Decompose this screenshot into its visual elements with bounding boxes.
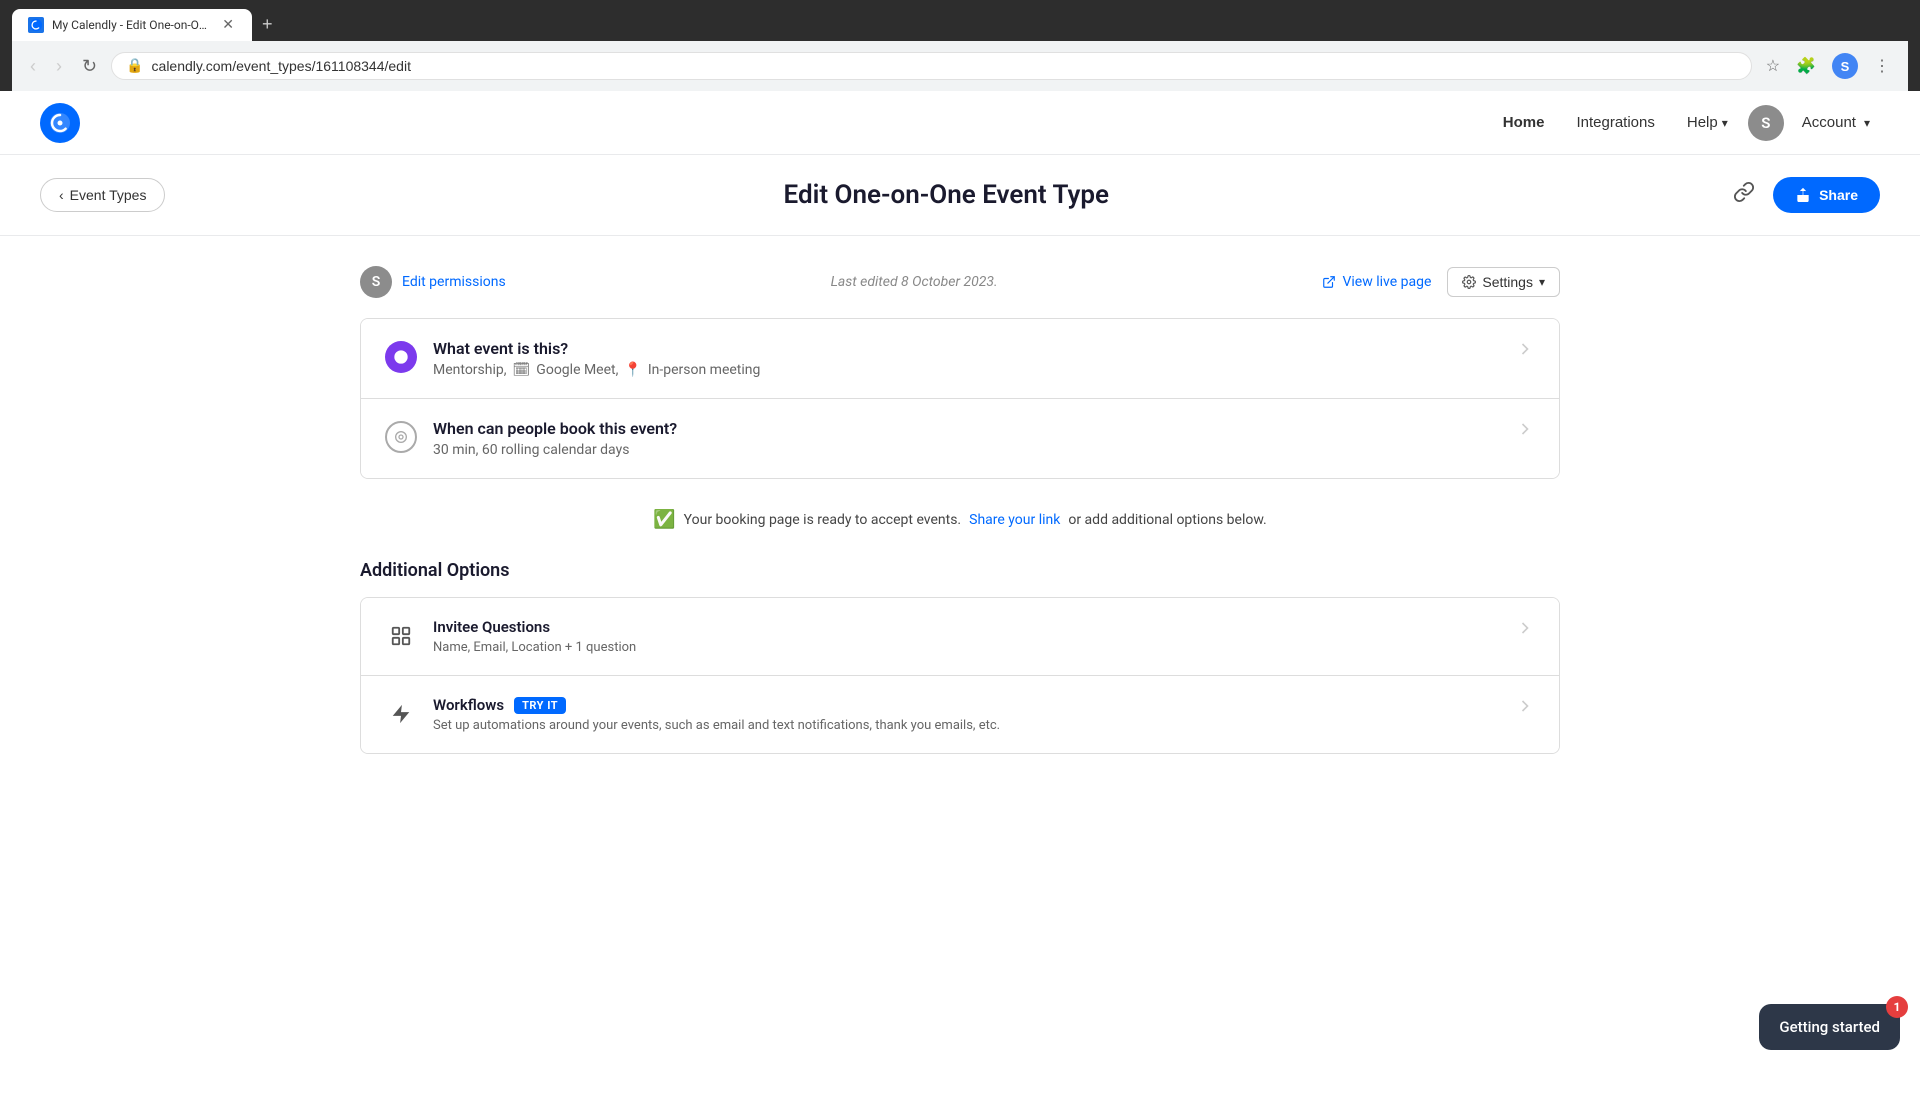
help-chevron-icon: ▾ xyxy=(1722,116,1728,130)
when-event-subtitle: 30 min, 60 rolling calendar days xyxy=(433,442,1515,458)
status-message: Your booking page is ready to accept eve… xyxy=(684,512,961,528)
settings-chevron-icon: ▾ xyxy=(1539,275,1545,289)
content: S Edit permissions Last edited 8 October… xyxy=(320,236,1600,784)
option-card-workflows[interactable]: Workflows TRY IT Set up automations arou… xyxy=(361,676,1559,753)
try-it-badge[interactable]: TRY IT xyxy=(514,697,566,714)
header-actions: Share xyxy=(1727,175,1880,215)
page-header: ‹ Event Types Edit One-on-One Event Type… xyxy=(0,155,1920,236)
nav-home[interactable]: Home xyxy=(1491,106,1557,139)
nav-help[interactable]: Help ▾ xyxy=(1675,106,1740,139)
when-event-icon xyxy=(385,421,417,453)
browser-toolbar: ‹ › ↻ 🔒 ☆ 🧩 S ⋮ xyxy=(12,41,1908,91)
page: Home Integrations Help ▾ S Account ▾ ‹ E… xyxy=(0,91,1920,1101)
browser-tab-active[interactable]: My Calendly - Edit One-on-One... ✕ xyxy=(12,9,252,41)
status-suffix: or add additional options below. xyxy=(1068,512,1266,528)
share-your-link-link[interactable]: Share your link xyxy=(969,512,1060,528)
additional-options-title: Additional Options xyxy=(360,560,1560,581)
when-event-chevron-icon xyxy=(1515,419,1535,439)
invitee-questions-icon xyxy=(385,620,417,652)
copy-link-button[interactable] xyxy=(1727,175,1761,215)
invitee-chevron-icon xyxy=(1515,618,1535,638)
profile-avatar-small: S xyxy=(1832,53,1858,79)
additional-options-section: Additional Options Invitee Qu xyxy=(360,560,1560,754)
back-button[interactable]: ‹ xyxy=(24,52,42,81)
view-live-label: View live page xyxy=(1342,274,1431,290)
getting-started-badge: 1 xyxy=(1886,996,1908,1018)
reload-button[interactable]: ↻ xyxy=(76,52,103,81)
page-title: Edit One-on-One Event Type xyxy=(165,180,1727,210)
workflows-icon xyxy=(385,698,417,730)
last-edited-text: Last edited 8 October 2023. xyxy=(506,274,1323,290)
address-bar[interactable]: 🔒 xyxy=(111,52,1752,80)
invitee-questions-subtitle: Name, Email, Location + 1 question xyxy=(433,640,1515,655)
share-button[interactable]: Share xyxy=(1773,177,1880,213)
forward-button[interactable]: › xyxy=(50,52,68,81)
when-event-title: When can people book this event? xyxy=(433,419,1515,438)
option-cards: Invitee Questions Name, Email, Location … xyxy=(360,597,1560,754)
browser-chrome: My Calendly - Edit One-on-One... ✕ + ‹ ›… xyxy=(0,0,1920,91)
workflows-content: Workflows TRY IT Set up automations arou… xyxy=(433,696,1515,733)
event-card-what[interactable]: What event is this? Mentorship, 🗓 Google… xyxy=(361,319,1559,399)
bookmark-button[interactable]: ☆ xyxy=(1760,52,1786,80)
when-event-content: When can people book this event? 30 min,… xyxy=(433,419,1515,458)
tab-favicon xyxy=(28,17,44,33)
permissions-bar: S Edit permissions Last edited 8 October… xyxy=(360,266,1560,298)
page-actions: View live page Settings ▾ xyxy=(1322,267,1560,297)
nav-links: Home Integrations Help ▾ S Account ▾ xyxy=(1491,105,1880,141)
event-cards: What event is this? Mentorship, 🗓 Google… xyxy=(360,318,1560,479)
tab-title: My Calendly - Edit One-on-One... xyxy=(52,18,212,32)
settings-button[interactable]: Settings ▾ xyxy=(1447,267,1560,297)
more-button[interactable]: ⋮ xyxy=(1868,52,1896,80)
invitee-questions-content: Invitee Questions Name, Email, Location … xyxy=(433,618,1515,655)
workflows-title: Workflows xyxy=(433,696,504,714)
account-chevron-icon: ▾ xyxy=(1864,116,1870,130)
profile-button[interactable]: S xyxy=(1826,49,1864,83)
view-live-page-link[interactable]: View live page xyxy=(1322,274,1431,290)
getting-started-widget[interactable]: Getting started 1 xyxy=(1759,1004,1900,1050)
extensions-button[interactable]: 🧩 xyxy=(1790,52,1822,80)
lock-icon: 🔒 xyxy=(126,58,143,74)
edit-permissions-link[interactable]: Edit permissions xyxy=(402,274,506,290)
back-arrow-icon: ‹ xyxy=(59,187,64,203)
status-check-icon: ✅ xyxy=(653,509,675,530)
event-card-when[interactable]: When can people book this event? 30 min,… xyxy=(361,399,1559,478)
option-card-invitee-questions[interactable]: Invitee Questions Name, Email, Location … xyxy=(361,598,1559,676)
back-to-event-types-button[interactable]: ‹ Event Types xyxy=(40,178,165,212)
permissions-avatar: S xyxy=(360,266,392,298)
what-event-icon xyxy=(385,341,417,373)
tab-close-button[interactable]: ✕ xyxy=(220,15,236,35)
what-event-subtitle: Mentorship, 🗓 Google Meet, 📍 In-person m… xyxy=(433,362,1515,378)
nav-account[interactable]: Account ▾ xyxy=(1792,108,1880,137)
workflows-subtitle: Set up automations around your events, s… xyxy=(433,718,1515,733)
what-event-content: What event is this? Mentorship, 🗓 Google… xyxy=(433,339,1515,378)
url-input[interactable] xyxy=(152,58,1737,74)
status-bar: ✅ Your booking page is ready to accept e… xyxy=(360,509,1560,530)
nav-avatar: S xyxy=(1748,105,1784,141)
workflows-chevron-icon xyxy=(1515,696,1535,716)
getting-started-label: Getting started xyxy=(1779,1018,1880,1036)
settings-label: Settings xyxy=(1482,274,1533,290)
logo xyxy=(40,103,80,143)
toolbar-actions: ☆ 🧩 S ⋮ xyxy=(1760,49,1896,83)
top-nav: Home Integrations Help ▾ S Account ▾ xyxy=(0,91,1920,155)
invitee-questions-title: Invitee Questions xyxy=(433,618,550,636)
nav-integrations[interactable]: Integrations xyxy=(1564,106,1666,139)
what-event-title: What event is this? xyxy=(433,339,1515,358)
browser-tabs: My Calendly - Edit One-on-One... ✕ + xyxy=(12,8,1908,41)
new-tab-button[interactable]: + xyxy=(254,8,281,41)
what-event-chevron-icon xyxy=(1515,339,1535,359)
logo-icon xyxy=(40,103,80,143)
